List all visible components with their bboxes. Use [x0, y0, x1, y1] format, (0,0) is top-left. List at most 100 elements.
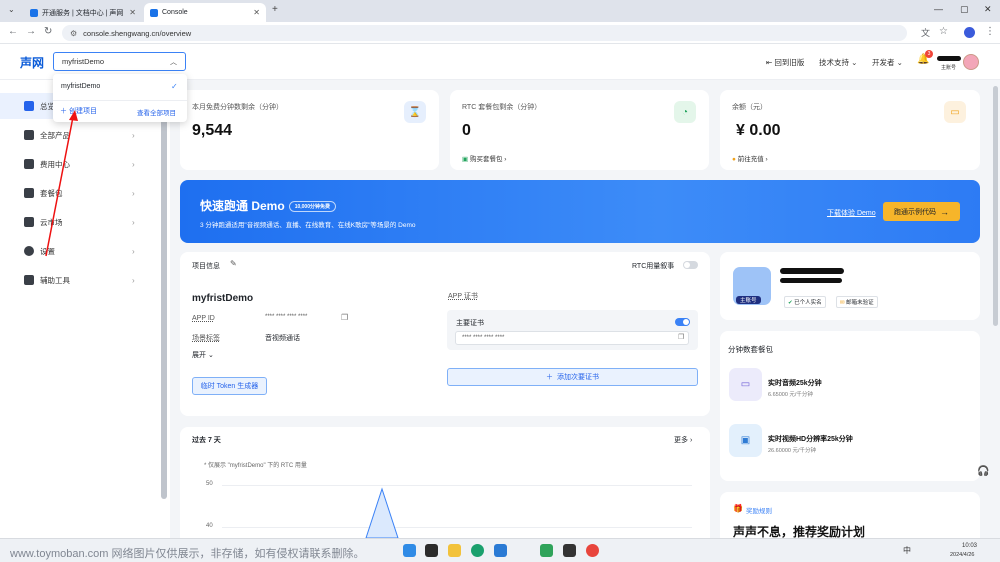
banner-title-text: 快速跑通 Demo	[200, 199, 285, 213]
copy-icon[interactable]: ❐	[341, 313, 348, 322]
chevron-right-icon: ›	[132, 130, 135, 140]
back-to-old-link[interactable]: ⇤ 回到旧版	[766, 57, 804, 68]
rtc-package-card: RTC 套餐包剩余（分钟） 0 ◔ ▣ 购买套餐包 ›	[450, 90, 709, 170]
chevron-right-icon: ›	[132, 246, 135, 256]
buy-package-link[interactable]: ▣ 购买套餐包 ›	[462, 153, 506, 163]
main-cert-toggle[interactable]	[675, 318, 690, 326]
temp-token-button[interactable]: 临时 Token 生成器	[192, 377, 267, 395]
tech-support-menu[interactable]: 技术支持 ⌄	[819, 57, 857, 68]
gift-icon: 🎁	[733, 504, 743, 513]
sidebar-item-marketplace[interactable]: 云市场 ›	[0, 209, 160, 235]
browser-tab-bar: ⌄ 开通服务 | 文档中心 | 声网 ✕ Console ✕ + — ▢ ✕	[0, 0, 1000, 22]
check-icon: ✓	[171, 82, 178, 91]
sidebar-item-label: 套餐包	[40, 188, 63, 198]
typora-icon[interactable]	[563, 544, 576, 557]
bookmark-star-icon[interactable]: ☆	[939, 26, 948, 37]
grid-icon	[24, 130, 34, 140]
add-secondary-cert-button[interactable]: ＋ 添加次要证书	[447, 368, 698, 386]
forward-icon[interactable]: →	[26, 26, 36, 37]
run-sample-code-button[interactable]: 跑通示例代码 →	[883, 202, 960, 221]
email-unverified-badge[interactable]: ✉ 邮箱未验证	[836, 296, 878, 308]
tab-docs[interactable]: 开通服务 | 文档中心 | 声网 ✕	[24, 3, 142, 22]
file-explorer-icon[interactable]	[448, 544, 461, 557]
sidebar-item-label: 辅助工具	[40, 275, 70, 285]
app-icon[interactable]	[540, 544, 553, 557]
card-value: ¥ 0.00	[736, 122, 781, 139]
chevron-right-icon: ›	[132, 188, 135, 198]
wallet-icon: ▭	[944, 101, 966, 123]
rtc-usage-label: RTC用量叙事	[632, 263, 675, 270]
site-info-icon[interactable]: ⚙	[70, 29, 77, 38]
sidebar-item-label: 设置	[40, 246, 55, 256]
sidebar-scrollbar[interactable]	[161, 85, 167, 499]
gear-icon	[24, 246, 34, 256]
close-icon[interactable]: ✕	[253, 8, 260, 17]
search-icon[interactable]	[425, 544, 438, 557]
download-demo-link[interactable]: 下载体验 Demo	[827, 208, 876, 218]
sidebar-item-settings[interactable]: 设置 ›	[0, 238, 160, 264]
package-icon	[24, 188, 34, 198]
rtc-usage-toggle[interactable]	[683, 261, 698, 269]
profile-icon[interactable]	[964, 27, 975, 38]
card-label: RTC 套餐包剩余（分钟）	[462, 104, 542, 111]
create-project-button[interactable]: ＋ 创建项目	[60, 106, 97, 116]
minimize-button[interactable]: —	[934, 4, 943, 14]
avatar[interactable]	[963, 54, 979, 70]
developer-menu[interactable]: 开发者 ⌄	[872, 57, 903, 68]
browser-menu-icon[interactable]: ⋮	[985, 26, 995, 37]
card-label: 余额（元）	[732, 104, 767, 111]
vscode-icon[interactable]	[494, 544, 507, 557]
package-item[interactable]: ▣ 实时视频HD分辨率25k分钟 26.60000 元/千分钟	[729, 424, 969, 460]
dropdown-item-project[interactable]: myfristDemo ✓	[53, 78, 187, 96]
chevron-right-icon: ›	[132, 217, 135, 227]
tools-icon	[24, 275, 34, 285]
tab-console[interactable]: Console ✕	[144, 3, 266, 22]
usage-area	[365, 487, 399, 538]
url-text: console.shengwang.cn/overview	[83, 28, 192, 38]
view-all-projects-link[interactable]: 查看全部项目	[137, 107, 176, 117]
edge-icon[interactable]	[471, 544, 484, 557]
sidebar-item-packages[interactable]: 套餐包 ›	[0, 180, 160, 206]
card-value: 9,544	[192, 122, 233, 139]
project-select-value: myfristDemo	[62, 57, 105, 66]
recharge-link[interactable]: ● 前往充值 ›	[732, 153, 768, 163]
logo[interactable]: 声网	[20, 54, 44, 71]
card-label: 本月免费分钟数剩余（分钟）	[192, 104, 283, 111]
tab-list-button[interactable]: ⌄	[8, 5, 15, 14]
back-icon[interactable]: ←	[8, 26, 18, 37]
tab-label: 开通服务 | 文档中心 | 声网	[42, 9, 124, 17]
headset-icon[interactable]: 🎧	[977, 466, 989, 477]
sidebar-item-billing[interactable]: 费用中心 ›	[0, 151, 160, 177]
edit-icon[interactable]: ✎	[230, 259, 237, 268]
sidebar-item-tools[interactable]: 辅助工具 ›	[0, 267, 160, 293]
hourglass-icon: ⌛	[404, 101, 426, 123]
new-tab-button[interactable]: +	[272, 4, 278, 15]
balance-card: 余额（元） ¥ 0.00 ▭ ● 前往充值 ›	[720, 90, 980, 170]
copy-icon[interactable]: ❐	[678, 333, 684, 341]
verified-badge: ✔ 已个人实名	[784, 296, 826, 308]
project-select[interactable]: myfristDemo ︿	[53, 52, 186, 71]
button-label: 添加次要证书	[557, 374, 599, 381]
chrome-icon[interactable]	[586, 544, 599, 557]
usage-chart	[365, 487, 399, 538]
page-scrollbar[interactable]	[993, 86, 998, 326]
package-item[interactable]: ▭ 实时音频25k分钟 6.65000 元/千分钟	[729, 368, 969, 404]
divider	[53, 100, 187, 101]
sidebar-item-products[interactable]: 全部产品 ›	[0, 122, 160, 148]
video-icon: ▣	[729, 424, 762, 457]
translate-icon[interactable]: 文	[921, 26, 930, 39]
close-icon[interactable]: ✕	[129, 8, 136, 17]
language-indicator[interactable]: 中	[903, 545, 911, 556]
reload-icon[interactable]: ↻	[44, 26, 52, 37]
url-field[interactable]: ⚙ console.shengwang.cn/overview	[62, 25, 907, 41]
notification-badge: 3	[925, 50, 933, 58]
banner-title: 快速跑通 Demo 10,000分钟免费	[200, 197, 336, 214]
user-role-label: 主账号	[941, 65, 957, 71]
expand-toggle[interactable]: 展开 ⌄	[192, 350, 214, 360]
app-id-value: **** **** **** ****	[265, 314, 308, 320]
rewards-tag[interactable]: 奖励规则	[746, 505, 772, 515]
billing-icon	[24, 159, 34, 169]
windows-start-icon[interactable]	[403, 544, 416, 557]
window-close-button[interactable]: ✕	[984, 4, 992, 15]
maximize-button[interactable]: ▢	[960, 4, 969, 15]
